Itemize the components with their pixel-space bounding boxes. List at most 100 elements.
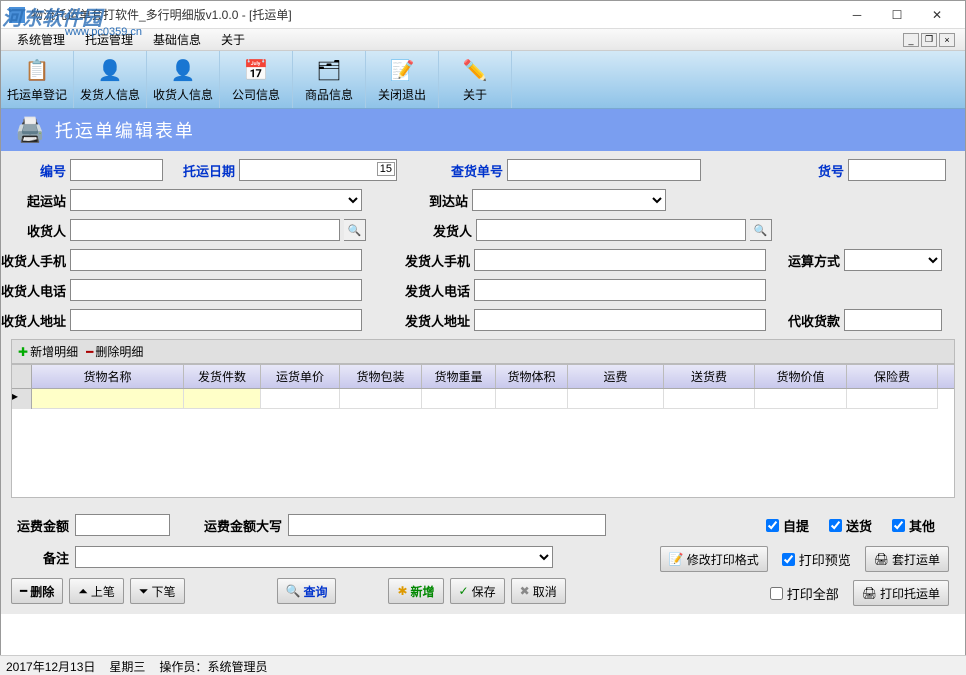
toolbar-company-label: 公司信息 [232, 86, 280, 103]
delete-button[interactable]: ━删除 [11, 578, 63, 604]
grid-cell[interactable] [496, 389, 568, 409]
select-remark[interactable] [75, 546, 553, 568]
grid-cell[interactable] [261, 389, 340, 409]
col-delivery[interactable]: 送货费 [664, 365, 755, 388]
label-date: 托运日期 [167, 161, 235, 180]
minimize-button[interactable]: ─ [837, 2, 877, 28]
input-receiver-addr[interactable] [70, 309, 362, 331]
modify-format-button[interactable]: 📝修改打印格式 [660, 546, 768, 572]
detail-grid: 货物名称 发货件数 运货单价 货物包装 货物重量 货物体积 运费 送货费 货物价… [11, 364, 955, 498]
grid-cell[interactable] [32, 389, 184, 409]
mdi-minimize[interactable]: _ [903, 33, 919, 47]
input-cod[interactable] [844, 309, 942, 331]
close-button[interactable]: ✕ [917, 2, 957, 28]
input-sender-addr[interactable] [474, 309, 766, 331]
delete-detail-button[interactable]: ━ 删除明细 [84, 342, 145, 361]
label-receiver: 收货人 [11, 221, 66, 240]
input-queryno[interactable] [507, 159, 701, 181]
add-button[interactable]: ✱新增 [388, 578, 443, 604]
mdi-restore[interactable]: ❐ [921, 33, 937, 47]
menu-basic[interactable]: 基础信息 [143, 29, 211, 50]
check-print-all[interactable]: 打印全部 [770, 584, 839, 603]
input-sender[interactable] [476, 219, 746, 241]
check-icon: ✓ [459, 584, 469, 598]
toolbar: 📋 托运单登记 👤 发货人信息 👤 收货人信息 📅 公司信息 🗂 商品信息 📝 … [1, 51, 965, 109]
delete-detail-label: 删除明细 [95, 343, 143, 360]
mdi-controls: _ ❐ × [903, 33, 959, 47]
check-pickup[interactable]: 自提 [766, 516, 809, 535]
titlebar: 物流托运单套打软件_多行明细版v1.0.0 - [托运单] ─ ☐ ✕ [1, 1, 965, 29]
input-number[interactable] [70, 159, 163, 181]
col-freight[interactable]: 运费 [568, 365, 664, 388]
statusbar: 2017年12月13日 星期三 操作员：系统管理员 [0, 655, 966, 675]
col-insurance[interactable]: 保险费 [847, 365, 938, 388]
grid-cell[interactable] [755, 389, 847, 409]
label-remark: 备注 [11, 548, 69, 567]
select-dest[interactable] [472, 189, 666, 211]
mdi-close[interactable]: × [939, 33, 955, 47]
grid-row[interactable]: ▸ [12, 389, 954, 409]
menu-about[interactable]: 关于 [211, 29, 255, 50]
row-selector[interactable]: ▸ [12, 389, 32, 409]
lookup-receiver[interactable]: 🔍 [344, 219, 366, 241]
label-dest: 到达站 [400, 191, 468, 210]
input-sender-mobile[interactable] [474, 249, 766, 271]
sender-icon: 👤 [95, 56, 125, 84]
minus-icon: ━ [86, 345, 93, 359]
check-other[interactable]: 其他 [892, 516, 935, 535]
select-origin[interactable] [70, 189, 362, 211]
input-receiver-phone[interactable] [70, 279, 362, 301]
add-detail-button[interactable]: ✚ 新增明细 [16, 342, 80, 361]
calendar-icon[interactable]: 15 [377, 162, 395, 176]
input-freight-words[interactable] [288, 514, 606, 536]
col-price[interactable]: 运货单价 [261, 365, 340, 388]
input-receiver-mobile[interactable] [70, 249, 362, 271]
input-sender-phone[interactable] [474, 279, 766, 301]
toolbar-goods[interactable]: 🗂 商品信息 [293, 51, 366, 108]
query-button[interactable]: 🔍查询 [277, 578, 337, 604]
printer-icon: 🖨 [874, 552, 889, 566]
menu-consign[interactable]: 托运管理 [75, 29, 143, 50]
maximize-button[interactable]: ☐ [877, 2, 917, 28]
col-pack[interactable]: 货物包装 [340, 365, 422, 388]
save-button[interactable]: ✓保存 [450, 578, 505, 604]
toolbar-company[interactable]: 📅 公司信息 [220, 51, 293, 108]
print-set-button[interactable]: 🖨套打运单 [865, 546, 949, 572]
toolbar-exit[interactable]: 📝 关闭退出 [366, 51, 439, 108]
check-delivery[interactable]: 送货 [829, 516, 872, 535]
cancel-button[interactable]: ✖取消 [511, 578, 566, 604]
col-value[interactable]: 货物价值 [755, 365, 847, 388]
print-waybill-button[interactable]: 🖨打印托运单 [853, 580, 949, 606]
col-weight[interactable]: 货物重量 [422, 365, 496, 388]
status-operator: 操作员：系统管理员 [159, 658, 267, 673]
grid-cell[interactable] [847, 389, 938, 409]
col-qty[interactable]: 发货件数 [184, 365, 261, 388]
col-name[interactable]: 货物名称 [32, 365, 184, 388]
grid-cell[interactable] [422, 389, 496, 409]
toolbar-about-label: 关于 [463, 86, 487, 103]
menu-system[interactable]: 系统管理 [7, 29, 75, 50]
form-title: 托运单编辑表单 [55, 117, 195, 143]
prev-button[interactable]: ⏶上笔 [69, 578, 124, 604]
grid-cell[interactable] [664, 389, 755, 409]
form-body: 编号 托运日期 15 查货单号 货号 起运站 到达站 收货人 🔍 发货人 🔍 收… [1, 151, 965, 506]
grid-cell[interactable] [568, 389, 664, 409]
grid-cell[interactable] [340, 389, 422, 409]
toolbar-about[interactable]: ✏️ 关于 [439, 51, 512, 108]
input-date[interactable] [239, 159, 397, 181]
toolbar-sender[interactable]: 👤 发货人信息 [74, 51, 147, 108]
input-receiver[interactable] [70, 219, 340, 241]
label-cargono: 货号 [804, 161, 844, 180]
toolbar-register[interactable]: 📋 托运单登记 [1, 51, 74, 108]
input-freight-amount[interactable] [75, 514, 170, 536]
select-settle[interactable] [844, 249, 942, 271]
grid-cell[interactable] [184, 389, 261, 409]
bottom-section: 运费金额 运费金额大写 自提 送货 其他 备注 ━删除 ⏶上笔 ⏷下笔 🔍查询 … [1, 506, 965, 614]
next-button[interactable]: ⏷下笔 [130, 578, 185, 604]
col-volume[interactable]: 货物体积 [496, 365, 568, 388]
toolbar-receiver[interactable]: 👤 收货人信息 [147, 51, 220, 108]
check-preview[interactable]: 打印预览 [782, 550, 851, 569]
grid-body[interactable]: ▸ [12, 389, 954, 497]
input-cargono[interactable] [848, 159, 946, 181]
lookup-sender[interactable]: 🔍 [750, 219, 772, 241]
